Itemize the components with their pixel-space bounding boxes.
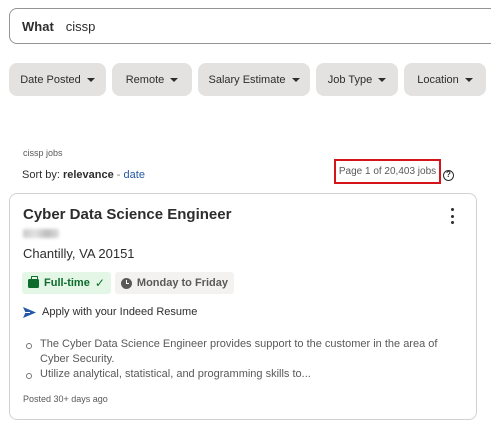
job-search-page: What Date Posted Remote Salary Estimate … — [0, 0, 491, 426]
query-caption: cissp jobs — [23, 148, 63, 158]
filter-label: Salary Estimate — [208, 73, 286, 86]
sort-relevance: relevance — [62, 169, 114, 181]
posted-date: Posted 30+ days ago — [23, 394, 108, 404]
filter-remote[interactable]: Remote — [112, 63, 192, 96]
filter-label: Job Type — [327, 73, 373, 86]
clock-icon — [120, 277, 132, 289]
caret-down-icon — [86, 78, 95, 82]
job-tags: Full-time ✓ Monday to Friday — [22, 272, 234, 294]
caret-down-icon — [291, 78, 300, 82]
page-count: Page 1 of 20,403 jobs — [334, 159, 441, 184]
filter-job-type[interactable]: Job Type — [316, 63, 398, 96]
filter-location[interactable]: Location — [404, 63, 486, 96]
schedule-label: Monday to Friday — [136, 277, 228, 289]
search-input[interactable] — [65, 18, 446, 34]
snippet-item: Utilize analytical, statistical, and pro… — [24, 367, 444, 382]
sort-separator: - — [116, 169, 121, 181]
caret-down-icon — [170, 78, 179, 82]
job-type-tag: Full-time ✓ — [22, 272, 111, 294]
filter-label: Remote — [125, 73, 165, 86]
sort-row: Sort by: relevance - date — [22, 169, 145, 181]
filter-bar: Date Posted Remote Salary Estimate Job T… — [9, 63, 486, 96]
checkmark-icon: ✓ — [94, 276, 105, 290]
filter-label: Location — [417, 73, 459, 86]
job-snippet: The Cyber Data Science Engineer provides… — [24, 337, 444, 382]
briefcase-icon — [28, 275, 39, 288]
job-location: Chantilly, VA 20151 — [23, 246, 135, 261]
job-type-label: Full-time — [44, 277, 90, 289]
schedule-tag: Monday to Friday — [114, 272, 234, 294]
easy-apply: Apply with your Indeed Resume — [23, 306, 197, 318]
caret-down-icon — [464, 78, 473, 82]
filter-date-posted[interactable]: Date Posted — [9, 63, 106, 96]
sort-prefix: Sort by: — [22, 169, 60, 181]
filter-label: Date Posted — [20, 73, 81, 86]
snippet-item: The Cyber Data Science Engineer provides… — [24, 337, 444, 367]
caret-down-icon — [378, 78, 387, 82]
search-label: What — [22, 18, 54, 34]
send-arrow-icon — [23, 306, 36, 318]
help-icon[interactable]: ? — [443, 170, 454, 181]
more-options-icon[interactable] — [447, 208, 457, 224]
filter-salary-estimate[interactable]: Salary Estimate — [198, 63, 310, 96]
apply-text: Apply with your Indeed Resume — [42, 306, 198, 318]
search-bar[interactable]: What — [9, 8, 491, 44]
sort-date-link[interactable]: date — [124, 169, 145, 181]
job-title[interactable]: Cyber Data Science Engineer — [23, 206, 231, 223]
company-name-redacted — [23, 229, 59, 238]
job-card[interactable]: Cyber Data Science Engineer Chantilly, V… — [9, 193, 477, 420]
